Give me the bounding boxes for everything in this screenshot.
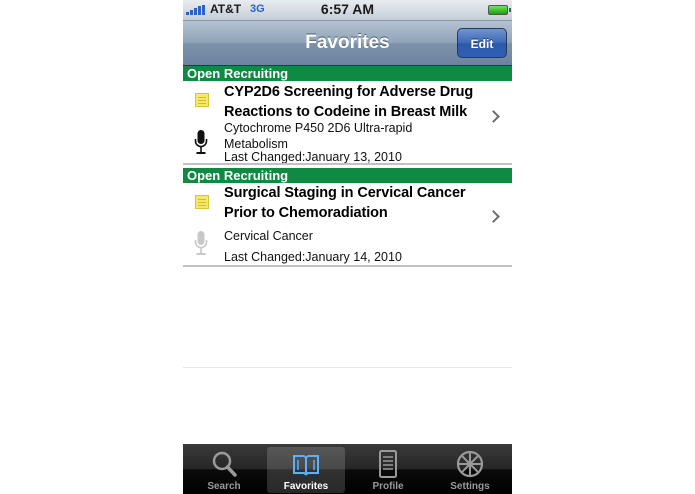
tab-label: Favorites <box>283 481 329 492</box>
trial-title-line1: Surgical Staging in Cervical Cancer <box>224 185 466 201</box>
trial-title-line1: CYP2D6 Screening for Adverse Drug <box>224 84 474 100</box>
condition-line1: Cytochrome P450 2D6 Ultra-rapid <box>224 121 413 135</box>
search-icon <box>212 451 237 477</box>
note-icon[interactable] <box>195 195 209 209</box>
status-time: 6:57 AM <box>320 1 375 17</box>
last-changed: Last Changed:January 14, 2010 <box>224 250 402 264</box>
tab-settings[interactable]: Settings <box>431 447 509 493</box>
tab-search[interactable]: Search <box>185 447 263 493</box>
navigation-bar: Favorites Edit <box>183 21 512 66</box>
trial-title-line2: Prior to Chemoradiation <box>224 205 388 221</box>
tab-profile[interactable]: Profile <box>349 447 427 493</box>
edit-button[interactable]: Edit <box>457 28 507 58</box>
row-divider <box>183 265 512 267</box>
note-icon[interactable] <box>195 93 209 107</box>
tab-label: Profile <box>372 481 404 492</box>
microphone-icon[interactable] <box>194 130 208 156</box>
tab-label: Settings <box>450 481 490 492</box>
tab-label: Search <box>207 481 241 492</box>
section-header-status: Open Recruiting <box>183 66 512 81</box>
trial-title-line2: Reactions to Codeine in Breast Milk <box>224 104 468 120</box>
favorite-row[interactable]: CYP2D6 Screening for Adverse Drug Reacti… <box>183 81 512 165</box>
profile-icon <box>379 450 397 478</box>
section-header-status: Open Recruiting <box>183 168 512 183</box>
row-divider <box>183 163 512 165</box>
tab-favorites[interactable]: Favorites <box>267 447 345 493</box>
battery-icon <box>488 5 511 15</box>
status-bar: AT&T 3G 6:57 AM <box>183 0 512 21</box>
favorite-row[interactable]: Surgical Staging in Cervical Cancer Prio… <box>183 183 512 267</box>
book-icon <box>293 455 319 476</box>
condition-line1: Cervical Cancer <box>224 229 313 243</box>
phone-screen: AT&T 3G 6:57 AM Favorites Edit Open Recr… <box>183 0 512 494</box>
tab-bar: Search Favorites Profile Settings <box>183 444 512 494</box>
list-end-divider <box>183 367 512 368</box>
settings-icon <box>456 450 484 478</box>
microphone-icon-disabled <box>194 231 208 255</box>
